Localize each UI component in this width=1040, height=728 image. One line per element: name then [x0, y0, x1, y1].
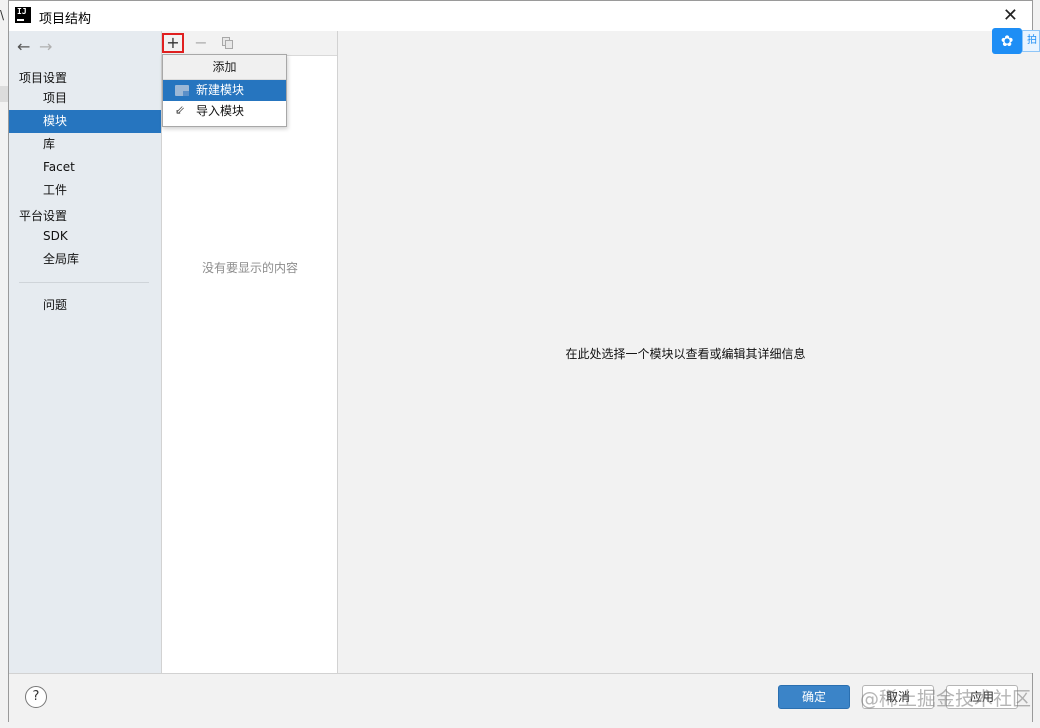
folder-module-icon — [175, 85, 189, 96]
import-icon: ⇙ — [175, 103, 186, 117]
sidebar-item-project[interactable]: 项目 — [9, 87, 161, 110]
sidebar-item-modules[interactable]: 模块 — [9, 110, 161, 133]
background-fragment: \ — [0, 8, 5, 22]
list-toolbar: + − — [162, 31, 337, 56]
nav-arrows: ← → — [17, 37, 61, 56]
sidebar-divider — [19, 282, 149, 283]
menu-item-new-module[interactable]: 新建模块 — [163, 80, 286, 101]
back-arrow-icon[interactable]: ← — [17, 37, 39, 56]
menu-item-label: 导入模块 — [196, 104, 245, 118]
watermark: @稀土掘金技术社区 — [860, 688, 1032, 710]
section-platform-settings: 平台设置 — [19, 209, 68, 223]
floating-widget-tail: 拍 — [1022, 30, 1040, 52]
sidebar-item-problems[interactable]: 问题 — [9, 294, 161, 317]
section-project-settings: 项目设置 — [19, 71, 68, 85]
menu-item-import-module[interactable]: ⇙ 导入模块 — [163, 101, 286, 122]
window-title: 项目结构 — [39, 12, 92, 27]
popup-header: 添加 — [163, 55, 286, 80]
empty-list-text: 没有要显示的内容 — [201, 261, 298, 275]
close-icon[interactable]: ✕ — [1003, 5, 1018, 26]
copy-icon[interactable] — [216, 33, 238, 53]
module-list-panel: + − 没有要显示的内容 — [162, 31, 338, 673]
project-structure-dialog: IJ 项目结构 ✕ ← → 项目设置 项目 模块 库 Facet 工件 平台设置 … — [8, 0, 1033, 722]
app-icon: IJ — [15, 7, 31, 23]
floating-widget[interactable]: ✿ 拍 — [992, 28, 1040, 54]
help-icon[interactable]: ? — [25, 686, 47, 708]
background-edge: \ — [0, 0, 8, 728]
sidebar-item-facet[interactable]: Facet — [9, 156, 161, 179]
background-strip — [0, 86, 8, 102]
sidebar: ← → 项目设置 项目 模块 库 Facet 工件 平台设置 SDK 全局库 问题 — [9, 31, 162, 673]
menu-item-label: 新建模块 — [196, 83, 245, 97]
add-icon[interactable]: + — [162, 33, 184, 53]
sidebar-item-sdk[interactable]: SDK — [9, 225, 161, 248]
ok-button[interactable]: 确定 — [778, 685, 850, 709]
sidebar-item-libraries[interactable]: 库 — [9, 133, 161, 156]
cloud-icon[interactable]: ✿ — [992, 28, 1022, 54]
sidebar-item-global-libraries[interactable]: 全局库 — [9, 248, 161, 271]
sidebar-item-artifacts[interactable]: 工件 — [9, 179, 161, 202]
title-bar: IJ 项目结构 ✕ — [9, 1, 1032, 31]
detail-panel: 在此处选择一个模块以查看或编辑其详细信息 — [338, 31, 1033, 673]
add-popup-menu: 添加 新建模块 ⇙ 导入模块 — [162, 54, 287, 127]
forward-arrow-icon[interactable]: → — [39, 37, 61, 56]
detail-placeholder: 在此处选择一个模块以查看或编辑其详细信息 — [565, 347, 806, 361]
remove-icon[interactable]: − — [190, 33, 212, 53]
